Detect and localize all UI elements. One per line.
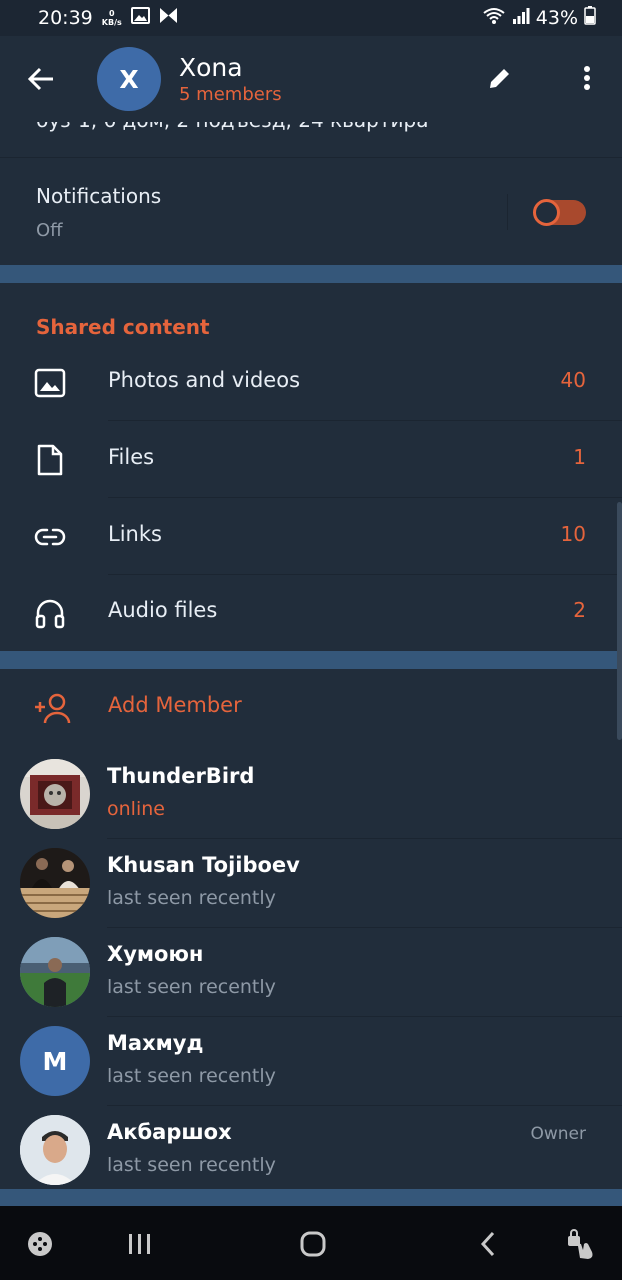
bowtie-notification-icon bbox=[159, 7, 178, 29]
signal-icon bbox=[512, 7, 530, 29]
photos-label: Photos and videos bbox=[108, 368, 301, 392]
links-label: Links bbox=[108, 522, 162, 546]
notifications-toggle[interactable] bbox=[533, 199, 586, 226]
home-icon bbox=[300, 1231, 326, 1257]
member-name: Khusan Tojiboev bbox=[107, 853, 300, 877]
more-vertical-icon bbox=[584, 66, 590, 90]
member-name: Махмуд bbox=[107, 1031, 204, 1055]
photos-count: 40 bbox=[560, 368, 586, 392]
chat-info-header: X Xona 5 members bbox=[0, 36, 622, 122]
member-name: ThunderBird bbox=[107, 764, 255, 788]
system-navigation-bar bbox=[0, 1206, 622, 1280]
edit-button[interactable] bbox=[470, 48, 530, 108]
back-arrow-icon bbox=[27, 67, 53, 91]
battery-percent: 43% bbox=[535, 7, 578, 29]
section-separator bbox=[0, 651, 622, 669]
info-section: буз-1, 6 дом, 2 подъезд, 24 квартира Not… bbox=[0, 122, 622, 265]
member-avatar bbox=[20, 759, 90, 829]
member-status: online bbox=[107, 798, 165, 820]
member-count: 5 members bbox=[179, 83, 282, 105]
audio-label: Audio files bbox=[108, 598, 218, 622]
files-label: Files bbox=[108, 445, 155, 469]
member-avatar: M bbox=[20, 1026, 90, 1096]
row-divider bbox=[507, 194, 508, 230]
member-name: Акбаршох bbox=[107, 1120, 232, 1144]
links-count: 10 bbox=[560, 522, 586, 546]
status-time: 20:39 bbox=[38, 7, 93, 29]
back-button[interactable] bbox=[10, 48, 72, 110]
recent-apps-button[interactable] bbox=[120, 1224, 160, 1264]
shared-content-header: Shared content bbox=[36, 315, 210, 339]
chevron-left-icon bbox=[480, 1231, 495, 1257]
member-row[interactable]: M Махмуд last seen recently bbox=[0, 1017, 622, 1106]
section-separator bbox=[0, 1189, 622, 1206]
member-status: last seen recently bbox=[107, 1154, 276, 1176]
status-bar: 20:39 0 KB/s 43% bbox=[0, 0, 622, 36]
image-icon bbox=[34, 368, 66, 398]
shared-photos-row[interactable]: Photos and videos 40 bbox=[0, 344, 622, 421]
shared-links-row[interactable]: Links 10 bbox=[0, 498, 622, 575]
member-avatar bbox=[20, 1115, 90, 1185]
section-separator bbox=[0, 265, 622, 283]
group-description: буз-1, 6 дом, 2 подъезд, 24 квартира bbox=[36, 122, 428, 132]
files-count: 1 bbox=[573, 445, 586, 469]
member-name: Хумоюн bbox=[107, 942, 204, 966]
member-avatar bbox=[20, 937, 90, 1007]
wifi-icon bbox=[482, 7, 506, 30]
group-title: Xona bbox=[179, 52, 243, 82]
pencil-icon bbox=[490, 66, 512, 88]
member-status: last seen recently bbox=[107, 976, 276, 998]
scrollbar[interactable] bbox=[617, 502, 622, 740]
member-status: last seen recently bbox=[107, 887, 276, 909]
touch-lock-button[interactable] bbox=[560, 1224, 600, 1264]
battery-icon bbox=[584, 6, 596, 30]
notifications-row[interactable]: Notifications Off bbox=[0, 158, 622, 265]
group-avatar[interactable]: X bbox=[97, 47, 161, 111]
members-section: Add Member ThunderBird online Khusan Toj… bbox=[0, 669, 622, 1189]
member-row[interactable]: ThunderBird online bbox=[0, 750, 622, 839]
member-row[interactable]: Акбаршох last seen recently Owner bbox=[0, 1106, 622, 1195]
notifications-label: Notifications bbox=[36, 184, 162, 208]
home-button[interactable] bbox=[293, 1224, 333, 1264]
add-user-icon bbox=[35, 693, 71, 724]
touch-lock-icon bbox=[568, 1229, 593, 1259]
link-icon bbox=[34, 528, 66, 546]
gallery-notification-icon bbox=[130, 7, 150, 29]
shared-audio-row[interactable]: Audio files 2 bbox=[0, 574, 622, 651]
member-role: Owner bbox=[530, 1124, 586, 1144]
divider bbox=[0, 157, 622, 158]
back-nav-button[interactable] bbox=[468, 1224, 508, 1264]
add-member-button[interactable]: Add Member bbox=[0, 669, 622, 747]
audio-count: 2 bbox=[573, 598, 586, 622]
add-member-label: Add Member bbox=[108, 693, 242, 717]
more-options-button[interactable] bbox=[562, 48, 612, 108]
notifications-value: Off bbox=[36, 220, 63, 241]
member-row[interactable]: Khusan Tojiboev last seen recently bbox=[0, 839, 622, 928]
member-status: last seen recently bbox=[107, 1065, 276, 1087]
headphones-icon bbox=[35, 599, 65, 629]
file-icon bbox=[37, 444, 63, 476]
toggle-knob bbox=[533, 199, 560, 226]
net-speed-indicator: 0 KB/s bbox=[101, 9, 122, 27]
recent-apps-icon bbox=[129, 1234, 150, 1254]
member-row[interactable]: Хумоюн last seen recently bbox=[0, 928, 622, 1017]
shared-files-row[interactable]: Files 1 bbox=[0, 421, 622, 498]
game-launcher-button[interactable] bbox=[20, 1224, 60, 1264]
member-avatar bbox=[20, 848, 90, 918]
shared-content-section: Shared content Photos and videos 40 File… bbox=[0, 283, 622, 651]
gamepad-icon bbox=[28, 1232, 52, 1256]
